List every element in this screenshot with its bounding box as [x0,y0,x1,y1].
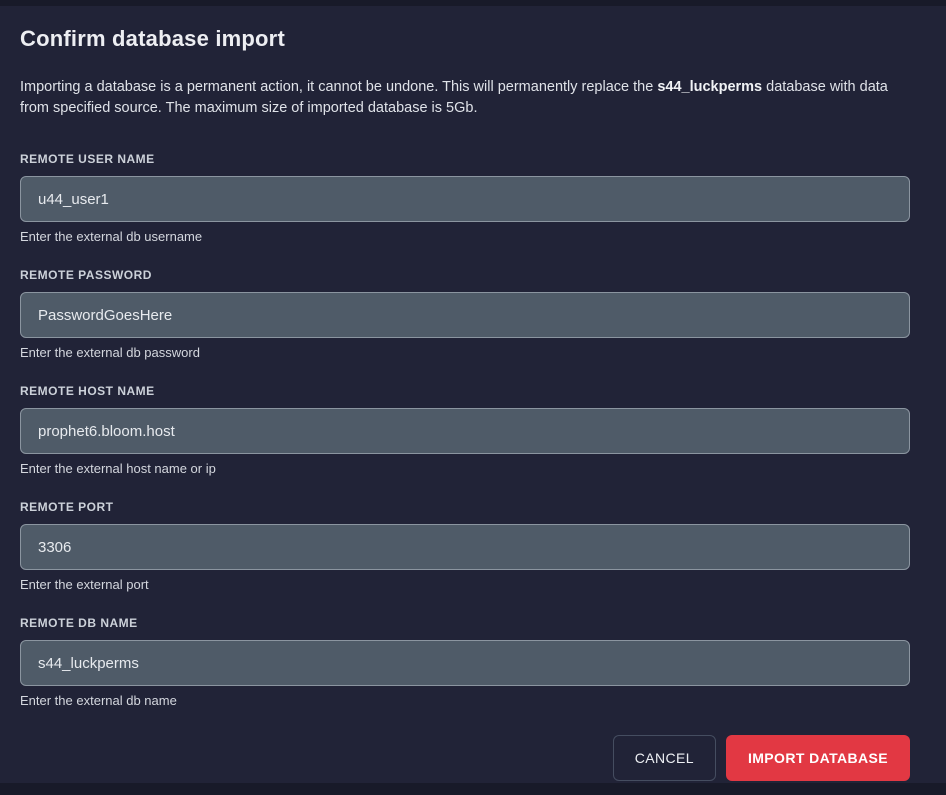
form-group-remote-host-name: REMOTE HOST NAME Enter the external host… [20,384,910,476]
remote-user-name-helper: Enter the external db username [20,229,910,244]
remote-user-name-input[interactable] [20,176,910,222]
dialog-footer: CANCEL IMPORT DATABASE [20,735,910,781]
remote-db-name-label: REMOTE DB NAME [20,616,910,630]
description-db-name-highlight: s44_luckperms [657,79,762,95]
confirm-database-import-dialog: Confirm database import Importing a data… [0,6,946,783]
remote-port-helper: Enter the external port [20,577,910,592]
import-form: REMOTE USER NAME Enter the external db u… [20,152,910,708]
form-group-remote-port: REMOTE PORT Enter the external port [20,500,910,592]
remote-host-name-label: REMOTE HOST NAME [20,384,910,398]
remote-user-name-label: REMOTE USER NAME [20,152,910,166]
remote-password-label: REMOTE PASSWORD [20,268,910,282]
remote-db-name-input[interactable] [20,640,910,686]
remote-password-helper: Enter the external db password [20,345,910,360]
remote-port-input[interactable] [20,524,910,570]
form-group-remote-db-name: REMOTE DB NAME Enter the external db nam… [20,616,910,708]
remote-db-name-helper: Enter the external db name [20,693,910,708]
form-group-remote-password: REMOTE PASSWORD Enter the external db pa… [20,268,910,360]
import-database-button[interactable]: IMPORT DATABASE [726,735,910,781]
remote-password-input[interactable] [20,292,910,338]
remote-host-name-helper: Enter the external host name or ip [20,461,910,476]
dialog-description: Importing a database is a permanent acti… [20,77,910,119]
remote-host-name-input[interactable] [20,408,910,454]
cancel-button[interactable]: CANCEL [613,735,716,781]
dialog-title: Confirm database import [20,25,910,53]
description-text-before: Importing a database is a permanent acti… [20,79,657,95]
remote-port-label: REMOTE PORT [20,500,910,514]
form-group-remote-user-name: REMOTE USER NAME Enter the external db u… [20,152,910,244]
